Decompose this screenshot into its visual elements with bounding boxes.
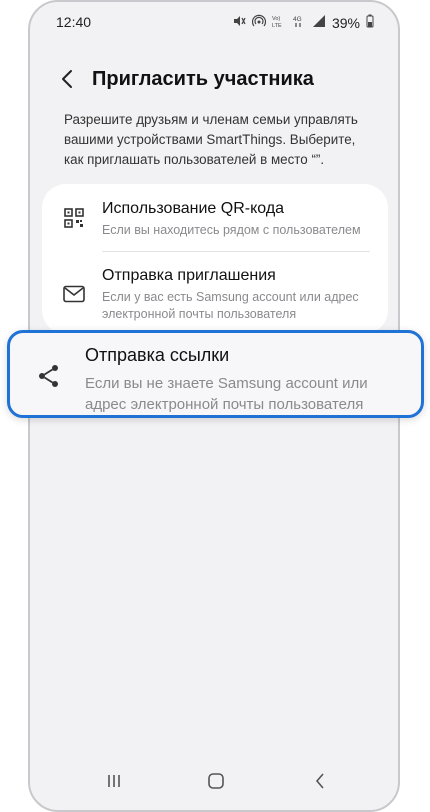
option-invitation[interactable]: Отправка приглашения Если у вас есть Sam… bbox=[42, 252, 388, 334]
option-subtitle: Если вы находитесь рядом с пользователем bbox=[102, 223, 361, 237]
status-icons: Vo) LTE 4G 39% bbox=[232, 14, 374, 31]
hotspot-icon bbox=[251, 14, 267, 31]
recent-apps-button[interactable] bbox=[94, 768, 134, 794]
option-title: Отправка ссылки bbox=[85, 345, 230, 365]
battery-icon bbox=[366, 14, 374, 31]
option-share-link-highlighted[interactable]: Отправка ссылки Если вы не знаете Samsun… bbox=[7, 330, 424, 418]
back-button[interactable] bbox=[56, 64, 78, 94]
qr-code-icon bbox=[62, 206, 86, 230]
option-title: Использование QR-кода bbox=[102, 200, 285, 217]
page-title: Пригласить участника bbox=[92, 67, 314, 90]
page-description: Разрешите друзьям и членам семьи управля… bbox=[64, 112, 358, 167]
mute-icon bbox=[232, 14, 246, 31]
svg-text:LTE: LTE bbox=[272, 23, 282, 28]
home-icon bbox=[208, 773, 224, 789]
back-nav-icon bbox=[315, 773, 324, 789]
option-qr-code[interactable]: Использование QR-кода Если вы находитесь… bbox=[42, 184, 388, 251]
status-bar: 12:40 Vo) LTE 4G 39% bbox=[30, 10, 398, 34]
status-time: 12:40 bbox=[56, 14, 92, 30]
mail-icon bbox=[62, 282, 86, 306]
recent-apps-icon bbox=[108, 775, 120, 787]
options-card: Использование QR-кода Если вы находитесь… bbox=[42, 184, 388, 334]
option-subtitle: Если у вас есть Samsung account или адре… bbox=[102, 290, 359, 321]
option-subtitle: Если вы не знаете Samsung account или ад… bbox=[85, 375, 368, 413]
option-title: Отправка приглашения bbox=[102, 267, 276, 284]
chevron-left-icon bbox=[62, 70, 72, 88]
battery-percent: 39% bbox=[331, 14, 360, 31]
signal-icon bbox=[312, 14, 326, 31]
svg-text:4G: 4G bbox=[293, 16, 302, 23]
4g-icon: 4G bbox=[292, 14, 306, 31]
navigation-bar bbox=[30, 768, 398, 794]
back-nav-button[interactable] bbox=[300, 768, 340, 794]
page-header: Пригласить участника bbox=[56, 64, 314, 94]
svg-text:Vo): Vo) bbox=[272, 16, 280, 22]
volte-icon: Vo) LTE bbox=[272, 14, 286, 31]
home-button[interactable] bbox=[196, 768, 236, 794]
share-icon bbox=[36, 363, 62, 389]
